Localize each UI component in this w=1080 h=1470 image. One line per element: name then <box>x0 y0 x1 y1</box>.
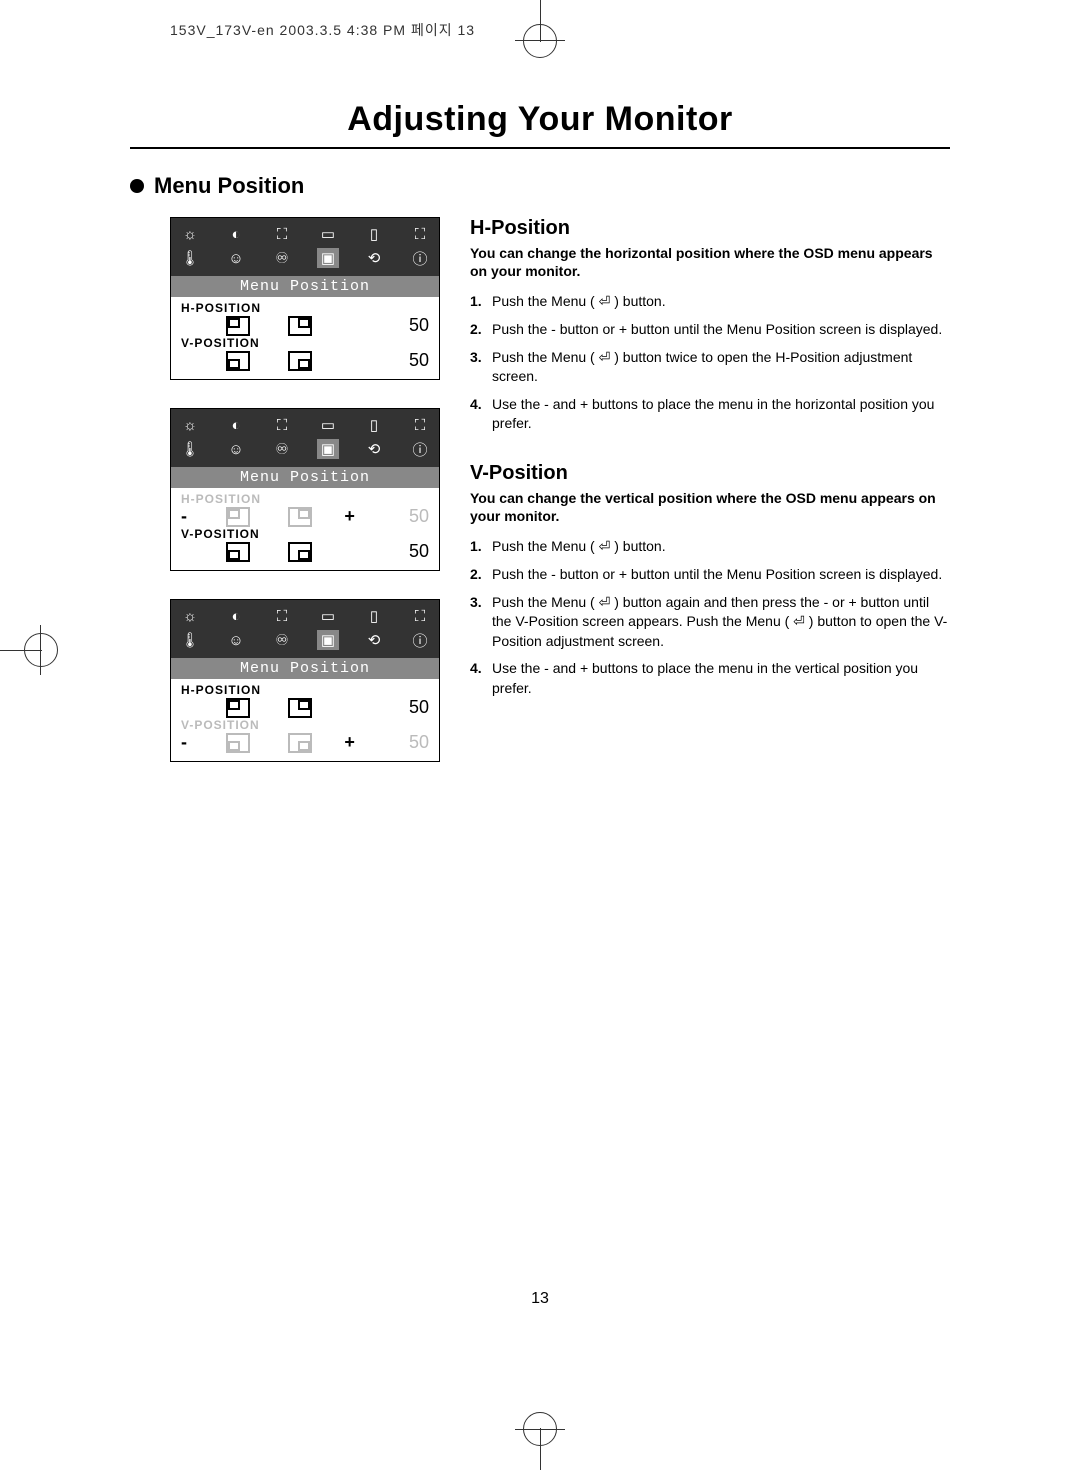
v-position-label: V-POSITION <box>181 718 429 732</box>
info-icon: ⓘ <box>409 248 431 268</box>
lock-icon: ⛶ <box>271 415 293 435</box>
v-pos-icon: ▯ <box>363 415 385 435</box>
instructions-column: H-Position You can change the horizontal… <box>470 217 950 790</box>
h-left-icon <box>226 698 250 718</box>
v-step-4: Use the - and + buttons to place the men… <box>492 659 950 698</box>
h-right-icon <box>288 316 312 336</box>
contrast-icon: ◐ <box>225 224 247 244</box>
brightness-icon: ☼ <box>179 415 201 435</box>
timer-icon: ⟲ <box>363 630 385 650</box>
h-pos-icon: ▭ <box>317 415 339 435</box>
v-position-intro: You can change the vertical position whe… <box>470 489 950 525</box>
osd-menu-label: Menu Position <box>171 276 439 297</box>
osd-screenshot-2: ☼ ◐ ⛶ ▭ ▯ ⛶ 🌡 ☺ ♾ ▣ ⟲ ⓘ <box>170 408 440 571</box>
h-position-heading: H-Position <box>470 217 950 240</box>
h-right-icon <box>288 507 312 527</box>
menu-position-icon: ▣ <box>317 630 339 650</box>
v-position-label: V-POSITION <box>181 336 429 350</box>
h-step-1: Push the Menu ( ⏎ ) button. <box>492 292 666 312</box>
crop-mark-bottom <box>510 1410 570 1470</box>
v-pos-icon: ▯ <box>363 606 385 626</box>
v-step-2: Push the - button or + button until the … <box>492 565 942 585</box>
zoom-icon: ⛶ <box>409 224 431 244</box>
page-content: Adjusting Your Monitor Menu Position ☼ ◐… <box>130 100 950 790</box>
v-value: 50 <box>389 350 429 371</box>
zoom-icon: ⛶ <box>409 606 431 626</box>
timer-icon: ⟲ <box>363 248 385 268</box>
brightness-icon: ☼ <box>179 606 201 626</box>
v-pos-icon: ▯ <box>363 224 385 244</box>
crop-mark-left <box>0 620 60 680</box>
v-value: 50 <box>389 541 429 562</box>
v-step-1: Push the Menu ( ⏎ ) button. <box>492 537 666 557</box>
v-up-icon <box>288 733 312 753</box>
h-step-3: Push the Menu ( ⏎ ) button twice to open… <box>492 348 950 387</box>
v-step-3: Push the Menu ( ⏎ ) button again and the… <box>492 593 950 652</box>
h-step-2: Push the - button or + button until the … <box>492 320 942 340</box>
h-left-icon <box>226 507 250 527</box>
v-down-icon <box>226 733 250 753</box>
h-position-steps: 1.Push the Menu ( ⏎ ) button. 2.Push the… <box>470 292 950 434</box>
v-down-icon <box>226 542 250 562</box>
h-value: 50 <box>389 315 429 336</box>
v-up-icon <box>288 542 312 562</box>
page-number: 13 <box>531 1290 549 1308</box>
h-value: 50 <box>389 697 429 718</box>
zoom-icon: ⛶ <box>409 415 431 435</box>
v-value: 50 <box>389 732 429 753</box>
section-heading: Menu Position <box>130 173 950 199</box>
contrast-icon: ◐ <box>225 415 247 435</box>
page-title: Adjusting Your Monitor <box>130 100 950 149</box>
info-icon: ⓘ <box>409 439 431 459</box>
osd-menu-label: Menu Position <box>171 467 439 488</box>
lock-icon: ⛶ <box>271 224 293 244</box>
display-icon: ♾ <box>271 630 293 650</box>
h-pos-icon: ▭ <box>317 606 339 626</box>
menu-position-icon: ▣ <box>317 248 339 268</box>
contrast-icon: ◐ <box>225 606 247 626</box>
color-temp-icon: 🌡 <box>179 248 201 268</box>
v-down-icon <box>226 351 250 371</box>
color-temp-icon: 🌡 <box>179 630 201 650</box>
h-value: 50 <box>389 506 429 527</box>
section-label: Menu Position <box>154 173 304 199</box>
h-step-4: Use the - and + buttons to place the men… <box>492 395 950 434</box>
osd-screenshot-3: ☼ ◐ ⛶ ▭ ▯ ⛶ 🌡 ☺ ♾ ▣ ⟲ ⓘ <box>170 599 440 762</box>
bullet-icon <box>130 179 144 193</box>
v-position-steps: 1.Push the Menu ( ⏎ ) button. 2.Push the… <box>470 537 950 698</box>
display-icon: ♾ <box>271 439 293 459</box>
v-position-label: V-POSITION <box>181 527 429 541</box>
h-left-icon <box>226 316 250 336</box>
language-icon: ☺ <box>225 439 247 459</box>
lock-icon: ⛶ <box>271 606 293 626</box>
h-position-label: H-POSITION <box>181 683 429 697</box>
h-position-label: H-POSITION <box>181 301 429 315</box>
v-position-heading: V-Position <box>470 462 950 485</box>
crop-header-text: 153V_173V-en 2003.3.5 4:38 PM 페이지 13 <box>170 20 475 40</box>
osd-screenshots-column: ☼ ◐ ⛶ ▭ ▯ ⛶ 🌡 ☺ ♾ ▣ ⟲ ⓘ <box>170 217 440 790</box>
h-pos-icon: ▭ <box>317 224 339 244</box>
info-icon: ⓘ <box>409 630 431 650</box>
h-right-icon <box>288 698 312 718</box>
display-icon: ♾ <box>271 248 293 268</box>
crop-mark-top <box>510 0 570 60</box>
menu-position-icon: ▣ <box>317 439 339 459</box>
brightness-icon: ☼ <box>179 224 201 244</box>
h-position-label: H-POSITION <box>181 492 429 506</box>
h-position-intro: You can change the horizontal position w… <box>470 244 950 280</box>
osd-menu-label: Menu Position <box>171 658 439 679</box>
timer-icon: ⟲ <box>363 439 385 459</box>
language-icon: ☺ <box>225 630 247 650</box>
language-icon: ☺ <box>225 248 247 268</box>
color-temp-icon: 🌡 <box>179 439 201 459</box>
osd-screenshot-1: ☼ ◐ ⛶ ▭ ▯ ⛶ 🌡 ☺ ♾ ▣ ⟲ ⓘ <box>170 217 440 380</box>
v-up-icon <box>288 351 312 371</box>
